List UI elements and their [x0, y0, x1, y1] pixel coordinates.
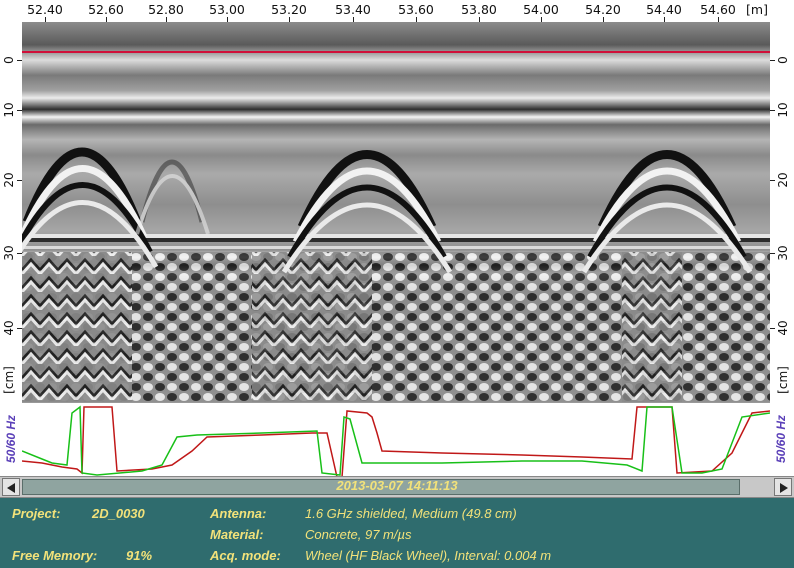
depth-tick-label: 20 — [776, 172, 790, 188]
distance-tick-label: 53.80 — [461, 2, 497, 17]
acq-mode-label: Acq. mode: — [210, 548, 281, 563]
radargram-image — [22, 22, 770, 402]
depth-unit-label: [cm] — [776, 366, 790, 394]
depth-tick-label: 40 — [2, 320, 16, 336]
depth-tick — [770, 110, 775, 111]
depth-tick — [770, 253, 775, 254]
antenna-value: 1.6 GHz shielded, Medium (49.8 cm) — [305, 506, 517, 521]
depth-tick-label: 0 — [2, 56, 16, 64]
distance-tick-label: 52.60 — [88, 2, 124, 17]
arrow-left-icon — [7, 483, 15, 493]
scan-info-panel: Project: 2D_0030 Free Memory: 91% Antenn… — [0, 498, 794, 568]
surface-line — [22, 51, 770, 53]
depth-tick — [770, 328, 775, 329]
depth-tick-label: 0 — [776, 56, 790, 64]
hz-label-left: 50/60 Hz — [0, 402, 22, 476]
hz-label-text: 50/60 Hz — [774, 414, 788, 464]
distance-tick-label: 53.60 — [398, 2, 434, 17]
distance-tick-label: 52.40 — [27, 2, 63, 17]
scroll-right-button[interactable] — [774, 478, 792, 496]
free-memory-label: Free Memory: — [12, 548, 98, 563]
signal-trace-green — [21, 405, 771, 476]
distance-tick-label: 54.40 — [646, 2, 682, 17]
project-label: Project: — [12, 506, 61, 521]
scan-timestamp: 2013-03-07 14:11:13 — [336, 478, 458, 493]
distance-axis: 52.40 52.60 52.80 53.00 53.20 53.40 53.6… — [0, 0, 794, 22]
distance-tick-label: 52.80 — [148, 2, 184, 17]
distance-tick-label: 53.40 — [335, 2, 371, 17]
depth-tick-label: 40 — [776, 320, 790, 336]
distance-tick-label: 54.20 — [585, 2, 621, 17]
depth-unit-label: [cm] — [2, 366, 16, 394]
depth-axis-left: 0 10 20 30 40 [cm] — [0, 22, 22, 402]
power-line-signal-panel — [21, 402, 771, 478]
free-memory-value: 91% — [126, 548, 153, 563]
depth-tick-label: 10 — [2, 102, 16, 118]
horizontal-scrollbar[interactable]: 2013-03-07 14:11:13 — [0, 476, 794, 498]
project-value: 2D_0030 — [92, 506, 145, 521]
hz-label-text: 50/60 Hz — [4, 414, 18, 464]
arrow-right-icon — [780, 483, 788, 493]
distance-tick-label: 53.00 — [209, 2, 245, 17]
depth-tick-label: 30 — [2, 245, 16, 261]
depth-tick-label: 10 — [776, 102, 790, 118]
signal-trace-red — [21, 406, 771, 478]
antenna-label: Antenna: — [210, 506, 267, 521]
material-label: Material: — [210, 527, 264, 542]
depth-tick — [770, 180, 775, 181]
material-value: Concrete, 97 m/µs — [305, 527, 412, 542]
depth-axis-right: 0 10 20 30 40 [cm] — [770, 22, 792, 402]
depth-tick — [770, 60, 775, 61]
signal-traces — [21, 405, 771, 478]
depth-tick-label: 30 — [776, 245, 790, 261]
acq-mode-value: Wheel (HF Black Wheel), Interval: 0.004 … — [305, 548, 552, 563]
radargram-view[interactable] — [22, 22, 770, 402]
distance-tick-label: 53.20 — [271, 2, 307, 17]
depth-tick-label: 20 — [2, 172, 16, 188]
distance-tick-label: 54.00 — [523, 2, 559, 17]
hz-label-right: 50/60 Hz — [770, 402, 792, 476]
scroll-left-button[interactable] — [2, 478, 20, 496]
distance-tick-label: 54.60 — [700, 2, 736, 17]
distance-unit-label: [m] — [746, 2, 768, 17]
